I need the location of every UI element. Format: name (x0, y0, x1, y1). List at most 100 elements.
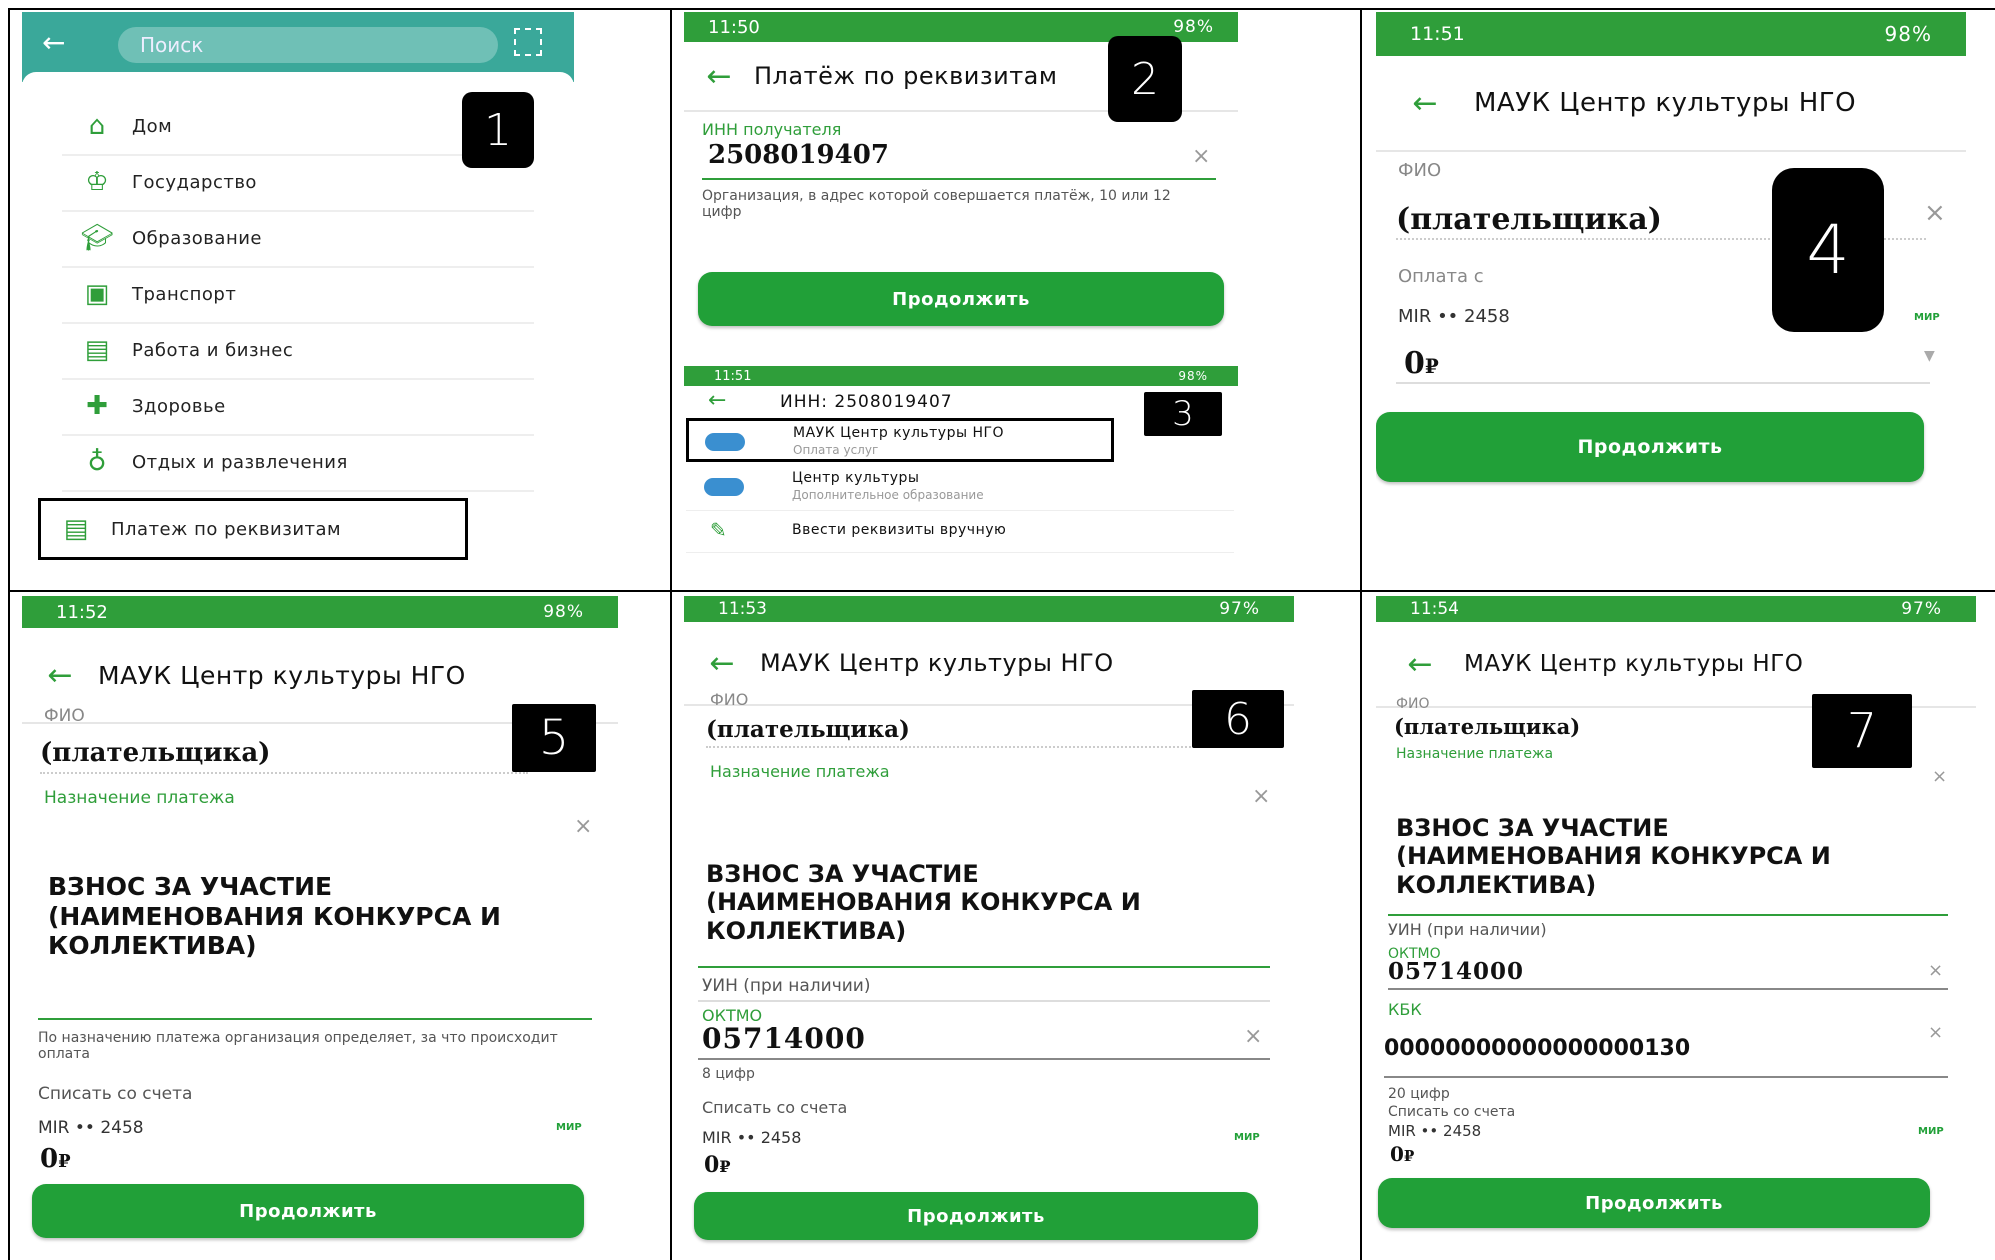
purpose-field[interactable]: ВЗНОС ЗА УЧАСТИЕ (НАИМЕНОВАНИЯ КОНКУРСА … (1396, 814, 1866, 899)
continue-button[interactable]: Продолжить (1376, 412, 1924, 482)
clear-icon[interactable]: × (1244, 1024, 1262, 1049)
mir-logo: МИР (556, 1122, 582, 1133)
back-arrow-icon[interactable]: ← (708, 388, 726, 413)
card-selector[interactable]: MIR •• 2458 (702, 1128, 801, 1147)
search-input[interactable]: Поиск (118, 27, 498, 63)
grid-divider-1 (670, 8, 672, 1260)
clear-icon[interactable]: × (1928, 1022, 1943, 1043)
back-arrow-icon[interactable]: ← (684, 59, 754, 94)
result-item-manual-entry[interactable]: ✎ Ввести реквизиты вручную (686, 512, 1234, 553)
purpose-label: Назначение платежа (1396, 746, 1554, 762)
panel-6-oktmo-form: 11:53 97% ← МАУК Центр культуры НГО ФИО … (684, 596, 1294, 1256)
page-title: МАУК Центр культуры НГО (98, 660, 466, 690)
fio-field[interactable]: (плательщика) (1396, 202, 1662, 237)
mir-logo: МИР (1918, 1126, 1944, 1137)
back-arrow-icon[interactable]: ← (22, 658, 98, 693)
oktmo-underline (698, 1058, 1270, 1060)
continue-button[interactable]: Продолжить (694, 1192, 1258, 1240)
result-item-mauk[interactable]: МАУК Центр культуры НГО Оплата услуг (686, 418, 1114, 462)
clear-icon[interactable]: × (1928, 960, 1943, 981)
account-label: Списать со счета (38, 1084, 193, 1104)
purpose-label: Назначение платежа (44, 788, 235, 808)
page-title: МАУК Центр культуры НГО (760, 649, 1114, 677)
card-selector[interactable]: MIR •• 2458 (1398, 306, 1510, 327)
panel-5-purpose-form: 11:52 98% ← МАУК Центр культуры НГО ФИО … (22, 596, 618, 1256)
transport-icon: ▣ (84, 279, 110, 309)
back-arrow-icon[interactable]: ← (1376, 647, 1464, 682)
purpose-field[interactable]: ВЗНОС ЗА УЧАСТИЕ (НАИМЕНОВАНИЯ КОНКУРСА … (48, 872, 518, 961)
panel-1-categories: ← Поиск ⌂ Дом ♔ Государство 🎓︎ Образование … (22, 12, 574, 562)
grid-divider-row (8, 590, 1995, 592)
menu-item-transport[interactable]: ▣ Транспорт (62, 266, 534, 324)
chevron-down-icon[interactable]: ▼ (1924, 348, 1935, 364)
fio-field[interactable]: (плательщика) (40, 738, 270, 768)
purpose-field[interactable]: ВЗНОС ЗА УЧАСТИЕ (НАИМЕНОВАНИЯ КОНКУРСА … (706, 860, 1176, 945)
menu-item-business[interactable]: ▤ Работа и бизнес (62, 322, 534, 380)
page-title: ИНН: 2508019407 (780, 392, 953, 412)
uin-underline (698, 1000, 1270, 1002)
panel-7-kbk-form: 11:54 97% ← МАУК Центр культуры НГО ФИО … (1376, 596, 1976, 1256)
oktmo-underline (1388, 988, 1948, 990)
kbk-hint: 20 цифр (1388, 1086, 1450, 1102)
clear-icon[interactable]: × (1932, 766, 1947, 787)
account-label: Списать со счета (702, 1098, 848, 1117)
fio-label: ФИО (1398, 160, 1442, 181)
step-badge-3: 3 (1144, 392, 1222, 436)
inn-hint: Организация, в адрес которой совершается… (702, 188, 1171, 220)
card-selector[interactable]: MIR •• 2458 (38, 1118, 144, 1138)
fio-field[interactable]: (плательщика) (706, 716, 910, 743)
grid-border-left (8, 8, 10, 1260)
oktmo-hint: 8 цифр (702, 1066, 755, 1082)
amount-field[interactable]: 0₽ (1390, 1142, 1414, 1166)
status-bar: 11:51 98% (684, 366, 1238, 386)
fio-underline (706, 746, 1198, 748)
government-icon: ♔ (85, 167, 109, 197)
education-icon: 🎓︎ (80, 223, 114, 253)
clear-icon[interactable]: × (1252, 784, 1270, 809)
grid-border-top (8, 8, 1995, 10)
status-bar: 11:53 97% (684, 596, 1294, 622)
search-placeholder: Поиск (140, 33, 204, 57)
institution-icon (704, 478, 744, 496)
amount-field[interactable]: 0₽ (1404, 346, 1439, 381)
oktmo-field[interactable]: 05714000 (1388, 958, 1524, 985)
purpose-underline (38, 1018, 592, 1020)
scan-icon[interactable] (514, 28, 542, 56)
kbk-field[interactable]: 00000000000000000130 (1384, 1036, 1690, 1062)
oktmo-field[interactable]: 05714000 (702, 1022, 866, 1055)
uin-field[interactable]: УИН (при наличии) (1388, 920, 1547, 939)
clear-icon[interactable]: × (1924, 198, 1946, 228)
purpose-label: Назначение платежа (710, 762, 890, 781)
continue-button[interactable]: Продолжить (32, 1184, 584, 1238)
fio-label: ФИО (710, 690, 749, 709)
step-badge-4: 4 (1772, 168, 1884, 332)
clear-icon[interactable]: × (574, 814, 592, 839)
card-selector[interactable]: MIR •• 2458 (1388, 1122, 1481, 1140)
menu-item-payment-by-details[interactable]: ▤ Платеж по реквизитам (38, 498, 468, 560)
amount-field[interactable]: 0₽ (704, 1152, 730, 1178)
fio-field[interactable]: (плательщика) (1394, 714, 1580, 739)
menu-item-leisure[interactable]: ♁ Отдых и развлечения (62, 434, 534, 492)
panel-3-search-results: 11:51 98% ← ИНН: 2508019407 МАУК Центр к… (684, 366, 1238, 556)
menu-item-education[interactable]: 🎓︎ Образование (62, 210, 534, 268)
purpose-underline (698, 966, 1270, 968)
mir-logo: МИР (1914, 312, 1940, 323)
amount-field[interactable]: 0₽ (40, 1144, 71, 1174)
back-arrow-icon[interactable]: ← (684, 646, 760, 681)
back-arrow-icon[interactable]: ← (42, 26, 65, 59)
document-icon: ▤ (63, 514, 89, 544)
institution-icon (705, 433, 745, 451)
uin-field[interactable]: УИН (при наличии) (702, 976, 870, 996)
result-item-culture-center[interactable]: Центр культуры Дополнительное образовани… (686, 466, 1234, 511)
health-icon: ✚ (86, 391, 108, 421)
inn-field[interactable]: 2508019407 (708, 140, 889, 170)
clear-icon[interactable]: × (1192, 144, 1210, 169)
continue-button[interactable]: Продолжить (1378, 1178, 1930, 1228)
back-arrow-icon[interactable]: ← (1376, 86, 1474, 121)
fio-label: ФИО (1396, 696, 1430, 712)
menu-item-health[interactable]: ✚ Здоровье (62, 378, 534, 436)
continue-button[interactable]: Продолжить (698, 272, 1224, 326)
step-badge-6: 6 (1192, 690, 1284, 748)
step-badge-2: 2 (1108, 36, 1182, 122)
briefcase-icon: ▤ (84, 335, 110, 365)
